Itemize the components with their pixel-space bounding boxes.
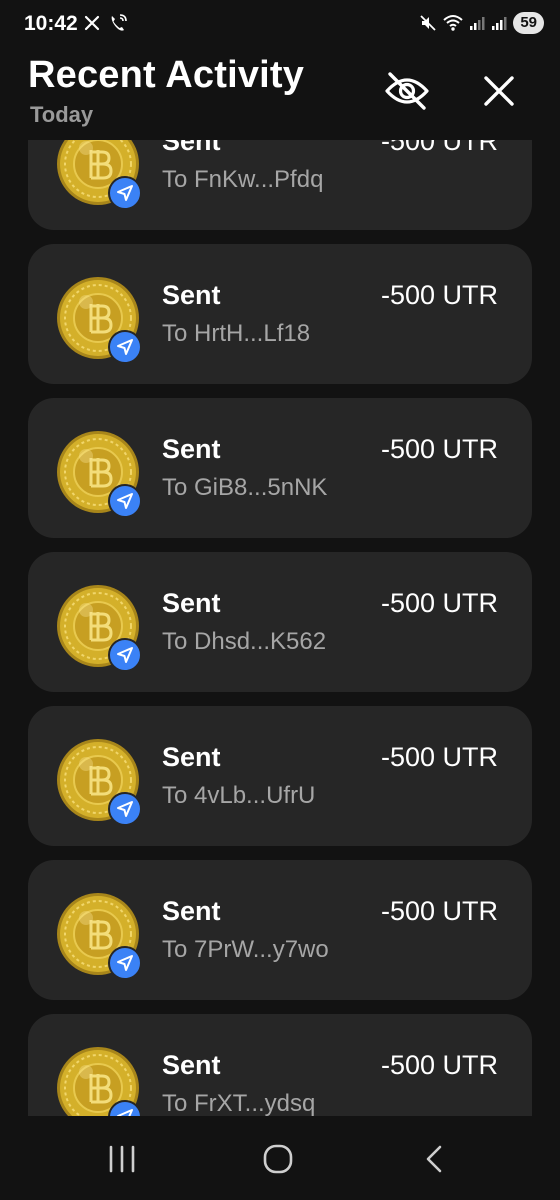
transaction-card[interactable]: Sent -500 UTR To FrXT...ydsq	[28, 1014, 532, 1116]
back-icon	[426, 1145, 442, 1173]
transaction-amount: -500 UTR	[380, 588, 498, 618]
send-icon	[117, 493, 133, 509]
transaction-recipient: To FrXT...ydsq	[162, 1090, 316, 1116]
eye-off-icon	[385, 72, 429, 110]
sent-badge	[108, 176, 142, 210]
home-icon	[263, 1144, 293, 1174]
transaction-type: Sent	[162, 434, 221, 464]
transaction-type: Sent	[162, 588, 221, 618]
hide-balance-button[interactable]	[382, 66, 432, 116]
transaction-type: Sent	[162, 896, 221, 926]
home-button[interactable]	[248, 1134, 308, 1184]
status-left-icons	[84, 13, 128, 33]
page-subtitle: Today	[30, 102, 94, 127]
sent-badge	[108, 638, 142, 672]
page-title: Recent Activity	[28, 54, 305, 96]
transaction-type: Sent	[162, 280, 221, 310]
transaction-type: Sent	[162, 1050, 221, 1080]
transaction-recipient: To HrtH...Lf18	[162, 320, 311, 347]
back-button[interactable]	[404, 1134, 464, 1184]
transaction-card[interactable]: Sent -500 UTR To HrtH...Lf18	[28, 244, 532, 384]
transaction-amount: -500 UTR	[380, 742, 498, 772]
mute-icon	[420, 15, 436, 31]
recents-button[interactable]	[92, 1134, 152, 1184]
transaction-recipient: To Dhsd...K562	[162, 628, 327, 655]
send-icon	[117, 339, 133, 355]
transaction-card[interactable]: Sent -500 UTR To FnKw...Pfdq	[28, 140, 532, 230]
transaction-amount: -500 UTR	[380, 434, 498, 464]
send-icon	[117, 955, 133, 971]
close-button[interactable]	[474, 66, 524, 116]
transaction-amount: -500 UTR	[380, 140, 498, 156]
close-icon	[484, 76, 514, 106]
signal-icon	[470, 17, 485, 30]
send-icon	[117, 647, 133, 663]
transaction-amount: -500 UTR	[380, 280, 498, 310]
transaction-amount: -500 UTR	[380, 1050, 498, 1080]
transaction-amount: -500 UTR	[380, 896, 498, 926]
sent-badge	[108, 946, 142, 980]
sent-badge	[108, 330, 142, 364]
send-icon	[117, 1109, 133, 1116]
header: Recent Activity Today	[0, 50, 560, 138]
transaction-recipient: To 7PrW...y7wo	[162, 936, 329, 963]
transaction-recipient: To 4vLb...UfrU	[162, 782, 316, 809]
transaction-card[interactable]: Sent -500 UTR To 7PrW...y7wo	[28, 860, 532, 1000]
transaction-card[interactable]: Sent -500 UTR To 4vLb...UfrU	[28, 706, 532, 846]
transaction-type: Sent	[162, 742, 221, 772]
battery-level: 59	[513, 12, 544, 34]
x-logo-icon	[84, 15, 100, 31]
transaction-recipient: To GiB8...5nNK	[162, 474, 328, 501]
wifi-calling-icon	[111, 14, 127, 31]
status-time: 10:42	[24, 12, 78, 35]
transaction-recipient: To FnKw...Pfdq	[162, 166, 324, 193]
status-right-icons: 59	[419, 12, 544, 34]
sent-badge	[108, 792, 142, 826]
transaction-type: Sent	[162, 140, 221, 156]
sent-badge	[108, 484, 142, 518]
recents-icon	[109, 1145, 135, 1173]
send-icon	[117, 801, 133, 817]
signal-icon	[492, 17, 507, 30]
transaction-card[interactable]: Sent -500 UTR To Dhsd...K562	[28, 552, 532, 692]
wifi-icon	[443, 15, 463, 31]
transaction-card[interactable]: Sent -500 UTR To GiB8...5nNK	[28, 398, 532, 538]
send-icon	[117, 185, 133, 201]
navigation-bar	[0, 1116, 560, 1200]
transaction-list[interactable]: Sent -500 UTR To FnKw...Pfdq Sent -500 U…	[0, 140, 560, 1116]
status-bar: 10:42 59	[0, 0, 560, 50]
